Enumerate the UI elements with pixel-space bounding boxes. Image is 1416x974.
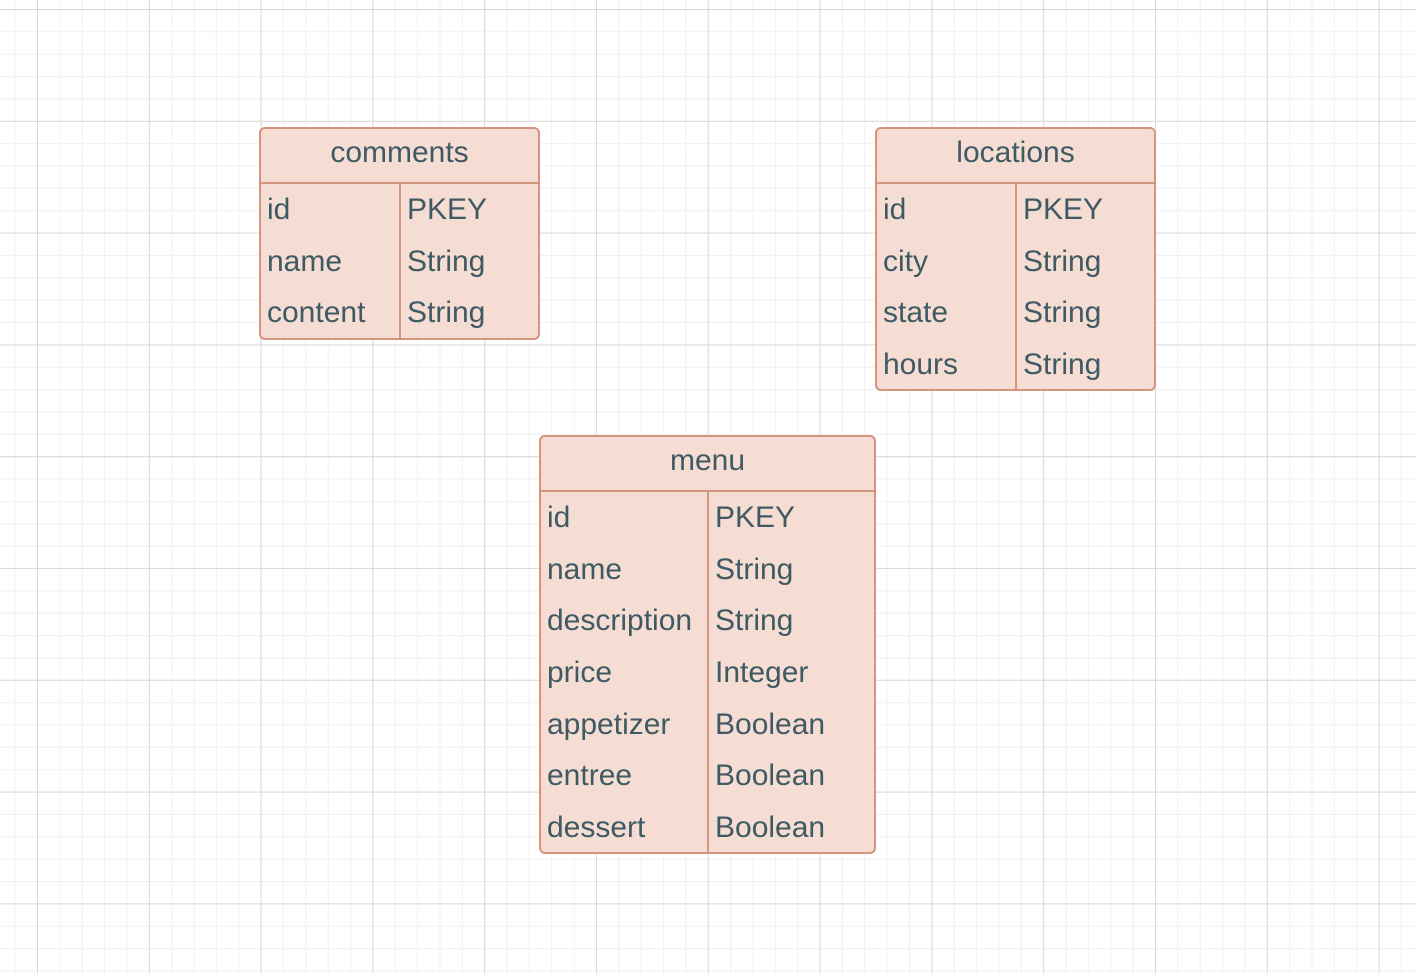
field-type: String xyxy=(1023,244,1102,278)
field-name: appetizer xyxy=(547,707,671,741)
entity-title: menu xyxy=(541,437,874,492)
entity-comments[interactable]: comments id PKEY name String content Str… xyxy=(259,127,540,340)
entity-rows: id PKEY name String description String p… xyxy=(541,492,874,852)
field-name: id xyxy=(267,192,291,226)
field-name: entree xyxy=(547,759,633,793)
field-type: String xyxy=(715,604,794,638)
field-type: PKEY xyxy=(407,192,488,226)
field-name: id xyxy=(883,192,907,226)
field-type: Boolean xyxy=(715,810,826,844)
entity-rows: id PKEY name String content String xyxy=(261,184,538,338)
field-type: PKEY xyxy=(1023,192,1104,226)
entity-locations[interactable]: locations id PKEY city String state Stri… xyxy=(875,127,1156,391)
field-type: Integer xyxy=(715,655,809,689)
field-name: city xyxy=(883,244,928,278)
field-type: Boolean xyxy=(715,707,826,741)
column-divider xyxy=(399,184,401,338)
column-divider xyxy=(707,492,709,852)
field-type: String xyxy=(1023,296,1102,330)
field-type: PKEY xyxy=(715,500,796,534)
entity-title: locations xyxy=(877,129,1154,184)
field-name: price xyxy=(547,655,613,689)
field-name: hours xyxy=(883,347,959,381)
field-type: String xyxy=(407,296,486,330)
field-name: description xyxy=(547,604,693,638)
field-name: state xyxy=(883,296,949,330)
field-type: String xyxy=(715,552,794,586)
entity-menu[interactable]: menu id PKEY name String description Str… xyxy=(539,435,876,854)
column-divider xyxy=(1015,184,1017,389)
field-name: name xyxy=(267,244,343,278)
field-type: String xyxy=(407,244,486,278)
field-name: content xyxy=(267,296,366,330)
field-name: name xyxy=(547,552,623,586)
field-name: id xyxy=(547,500,571,534)
field-type: String xyxy=(1023,347,1102,381)
field-type: Boolean xyxy=(715,759,826,793)
entity-rows: id PKEY city String state String hours S… xyxy=(877,184,1154,389)
field-name: dessert xyxy=(547,810,646,844)
entity-title: comments xyxy=(261,129,538,184)
